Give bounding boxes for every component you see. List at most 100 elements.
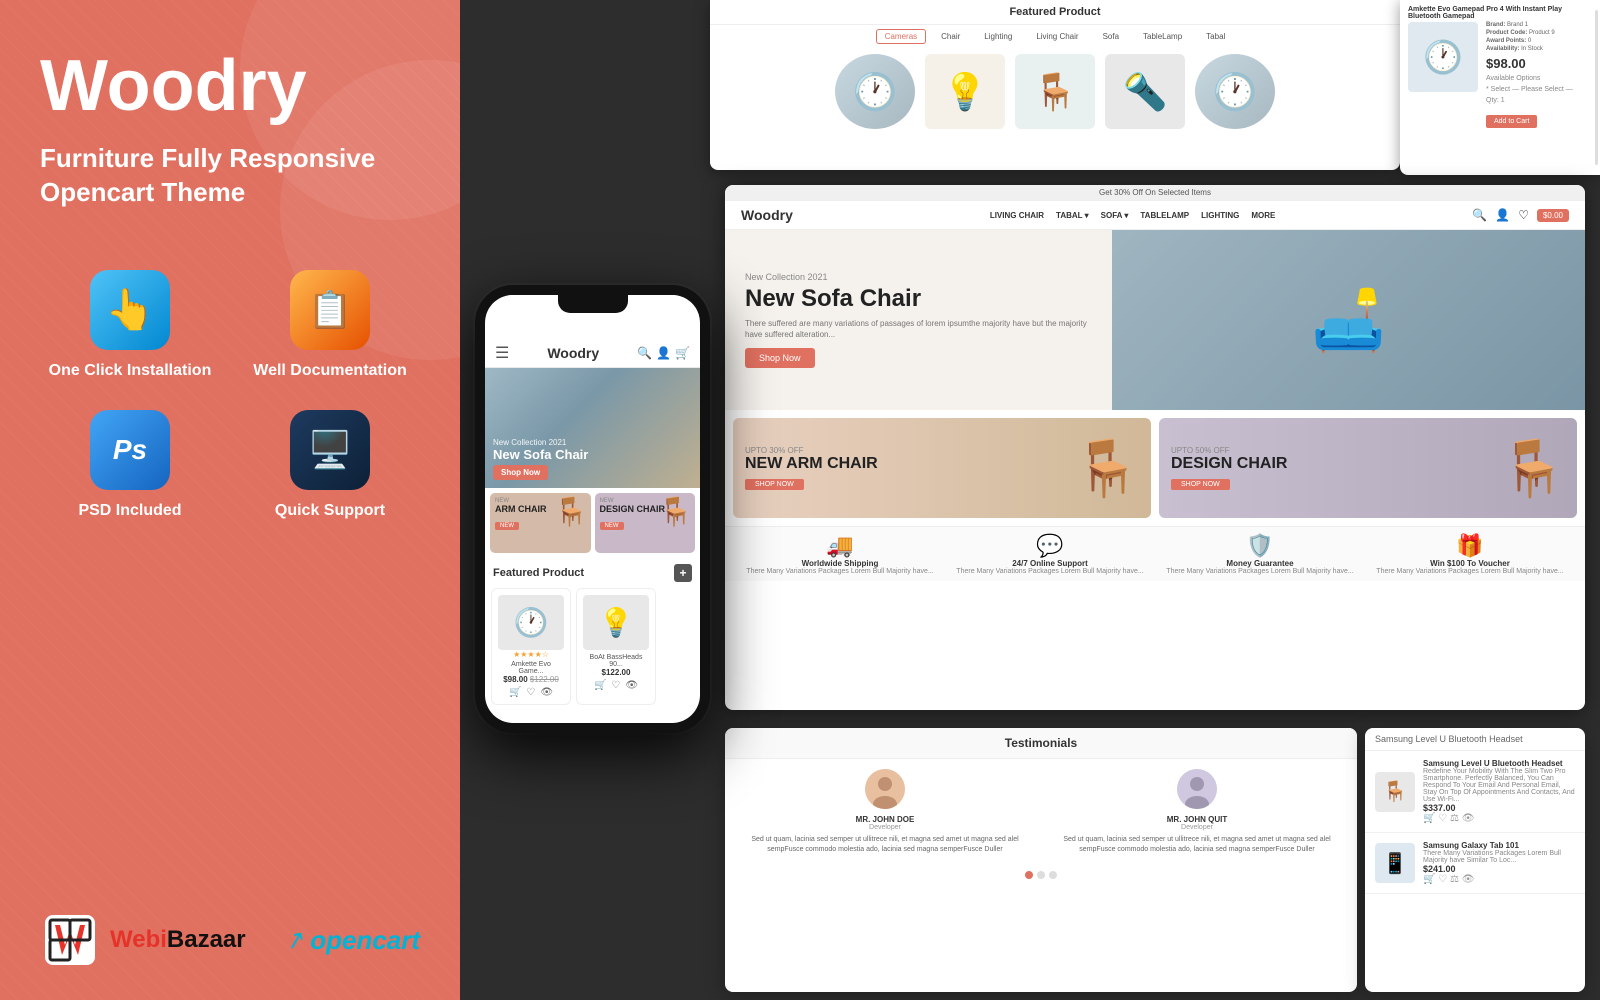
right-content: Featured Product Cameras Chair Lighting … — [460, 0, 1600, 1000]
promo-arm-btn[interactable]: SHOP NOW — [745, 479, 804, 490]
product-detail-img: 🕐 — [1408, 22, 1478, 92]
pl-cart-icon-1[interactable]: 🛒 — [1423, 813, 1435, 824]
product-list-price-2: $241.00 — [1423, 864, 1575, 874]
cart-action-icon-2[interactable]: 🛒 — [594, 680, 606, 691]
tab-sofa[interactable]: Sofa — [1094, 29, 1128, 44]
dot-active[interactable] — [1025, 871, 1033, 879]
well-doc-label: Well Documentation — [253, 362, 407, 380]
tab-cameras[interactable]: Cameras — [876, 29, 926, 44]
nav-living-chair[interactable]: LIVING CHAIR — [990, 211, 1044, 220]
featured-title: Featured Product — [710, 0, 1400, 25]
nav-search-icon[interactable]: 🔍 — [1472, 208, 1487, 222]
promo-arm-content: UPTO 30% OFF NEW ARM CHAIR SHOP NOW — [733, 434, 890, 503]
nav-tablelamp[interactable]: TABLELAMP — [1140, 211, 1189, 220]
pl-view-icon-2[interactable]: 👁 — [1462, 874, 1475, 885]
product-price-2: $122.00 — [583, 668, 649, 677]
testimonial-1: MR. JOHN DOE Developer Sed ut quam, laci… — [735, 769, 1035, 855]
product-actions-2: 🛒 ♡ 👁 — [583, 680, 649, 691]
product-list-desc-2: There Many Variations Packages Lorem Bul… — [1423, 850, 1575, 864]
product-list-info-2: Samsung Galaxy Tab 101 There Many Variat… — [1423, 841, 1575, 885]
testimonial-name-1: MR. JOHN DOE — [735, 815, 1035, 824]
promo-design-btn[interactable]: SHOP NOW — [1171, 479, 1230, 490]
phone-hero-tag: New Collection 2021 — [493, 438, 588, 447]
featured-products-row: 🕐 💡 🪑 🔦 🕐 — [710, 48, 1400, 135]
avail-options: Available Options — [1486, 75, 1592, 82]
phone-shop-btn[interactable]: Shop Now — [493, 465, 548, 480]
shipping-desc: There Many Variations Packages Lorem Bul… — [737, 568, 943, 575]
one-click-icon: 👆 — [90, 270, 170, 350]
bottom-strip: Testimonials MR. JOHN DOE Developer Sed … — [710, 720, 1600, 1000]
product-list-desc-1: Redefine Your Mobility With The Slim Two… — [1423, 768, 1575, 803]
promo-arm-chair: UPTO 30% OFF NEW ARM CHAIR SHOP NOW 🪑 — [733, 418, 1151, 518]
promo-design-chair: UPTO 50% OFF DESIGN CHAIR SHOP NOW 🪑 — [1159, 418, 1577, 518]
product-list-title-1: Samsung Level U Bluetooth Headset — [1423, 759, 1575, 768]
view-action-icon[interactable]: 👁 — [540, 687, 553, 698]
pl-view-icon-1[interactable]: 👁 — [1462, 813, 1475, 824]
wishlist-action-icon-2[interactable]: ♡ — [611, 680, 620, 691]
brand-row: Brand: Brand 1 — [1486, 22, 1592, 28]
phone-product-card-1: 🕐 ★★★★☆ Amkette Evo Game... $98.00 $122.… — [491, 588, 571, 705]
desktop-nav-links: LIVING CHAIR TABAL ▾ SOFA ▾ TABLELAMP LI… — [990, 211, 1276, 220]
product-clock-2: 🕐 — [1195, 54, 1275, 129]
opencart-logo-area: ↗ opencart — [286, 925, 420, 956]
select-label: * Select — Please Select — — [1486, 86, 1592, 93]
promo-cards-row: UPTO 30% OFF NEW ARM CHAIR SHOP NOW 🪑 UP… — [725, 410, 1585, 526]
pl-wish-icon-1[interactable]: ♡ — [1438, 813, 1447, 824]
bottom-logos: WebiBazaar ↗ opencart — [40, 910, 420, 970]
pl-compare-icon-2[interactable]: ⚖ — [1450, 874, 1459, 885]
hero-content: New Collection 2021 New Sofa Chair There… — [725, 252, 1112, 389]
product-name-2: BoAt BassHeads 90... — [583, 654, 649, 668]
product-list-header: Samsung Level U Bluetooth Headset — [1365, 728, 1585, 751]
user-icon[interactable]: 👤 — [656, 346, 671, 360]
nav-wishlist-icon[interactable]: ♡ — [1518, 208, 1529, 222]
phone-store-name: Woodry — [547, 345, 599, 361]
scrollbar[interactable] — [1595, 10, 1598, 165]
phone-featured-plus[interactable]: + — [674, 564, 692, 582]
menu-icon[interactable]: ☰ — [495, 343, 509, 363]
product-list-title-2: Samsung Galaxy Tab 101 — [1423, 841, 1575, 850]
product-list-screen: Samsung Level U Bluetooth Headset 🪑 Sams… — [1365, 728, 1585, 992]
footer-voucher: 🎁 Win $100 To Voucher There Many Variati… — [1367, 533, 1573, 575]
phone-featured-label: Featured Product — [493, 567, 584, 579]
nav-cart-icon[interactable]: $0.00 — [1537, 209, 1569, 222]
phone-notch — [558, 295, 628, 313]
tab-living-chair[interactable]: Living Chair — [1027, 29, 1087, 44]
hero-shop-btn[interactable]: Shop Now — [745, 348, 815, 368]
product-list-item-2: 📱 Samsung Galaxy Tab 101 There Many Vari… — [1365, 833, 1585, 894]
nav-lighting[interactable]: LIGHTING — [1201, 211, 1239, 220]
featured-tabs: Cameras Chair Lighting Living Chair Sofa… — [710, 25, 1400, 48]
support-feature-icon: 💬 — [947, 533, 1153, 559]
tab-tablelamp[interactable]: TableLamp — [1134, 29, 1191, 44]
nav-sofa[interactable]: SOFA ▾ — [1101, 211, 1129, 220]
nav-tabal[interactable]: TABAL ▾ — [1056, 211, 1089, 220]
cart-icon[interactable]: 🛒 — [675, 346, 690, 360]
product-list-img-2: 📱 — [1375, 843, 1415, 883]
tab-tabal[interactable]: Tabal — [1197, 29, 1234, 44]
dot-2[interactable] — [1037, 871, 1045, 879]
arm-chair-promo-img: 🪑 — [1073, 436, 1141, 501]
nav-user-icon[interactable]: 👤 — [1495, 208, 1510, 222]
pl-compare-icon-1[interactable]: ⚖ — [1450, 813, 1459, 824]
cart-action-icon[interactable]: 🛒 — [509, 687, 521, 698]
tab-chair[interactable]: Chair — [932, 29, 969, 44]
testimonials-grid: MR. JOHN DOE Developer Sed ut quam, laci… — [725, 759, 1357, 865]
brand-title: Woodry — [40, 50, 420, 122]
hero-title: New Sofa Chair — [745, 286, 1092, 312]
dot-3[interactable] — [1049, 871, 1057, 879]
pl-cart-icon-2[interactable]: 🛒 — [1423, 874, 1435, 885]
search-icon[interactable]: 🔍 — [637, 346, 652, 360]
product-detail-title: Amkette Evo Gamepad Pro 4 With Instant P… — [1400, 0, 1600, 22]
avail-row: Availability: In Stock — [1486, 46, 1592, 52]
promo-arm-tag: UPTO 30% OFF — [745, 446, 878, 455]
phone-product-card-2: 💡 BoAt BassHeads 90... $122.00 🛒 ♡ 👁 — [576, 588, 656, 705]
view-action-icon-2[interactable]: 👁 — [625, 680, 638, 691]
pl-wish-icon-2[interactable]: ♡ — [1438, 874, 1447, 885]
tab-lighting[interactable]: Lighting — [975, 29, 1021, 44]
psd-label: PSD Included — [78, 502, 181, 520]
nav-more[interactable]: MORE — [1251, 211, 1275, 220]
testimonials-title: Testimonials — [725, 728, 1357, 759]
add-to-cart-btn[interactable]: Add to Cart — [1486, 115, 1537, 128]
feature-one-click: 👆 One Click Installation — [40, 270, 220, 380]
wishlist-action-icon[interactable]: ♡ — [526, 687, 535, 698]
product-list-actions-2: 🛒 ♡ ⚖ 👁 — [1423, 874, 1575, 885]
